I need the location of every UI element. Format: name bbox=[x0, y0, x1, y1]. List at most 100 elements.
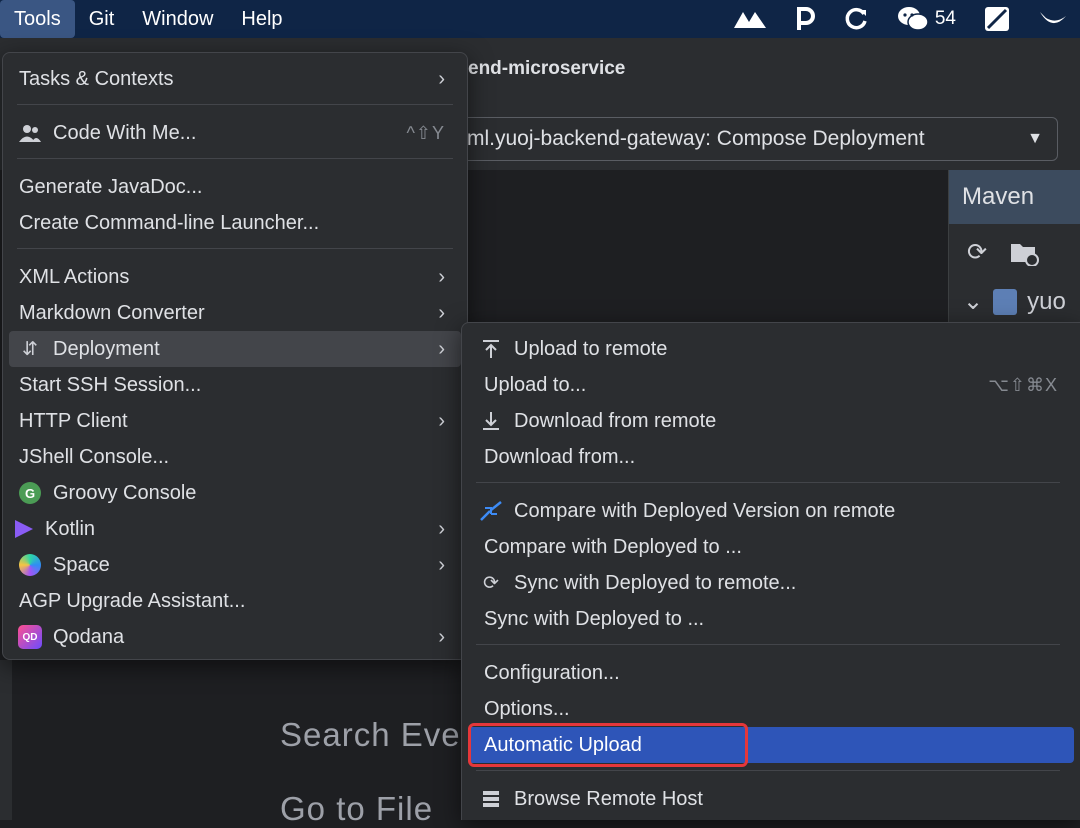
menu-item-label: JShell Console... bbox=[19, 445, 170, 468]
maven-title: Maven bbox=[949, 170, 1080, 224]
chevron-right-icon: › bbox=[438, 409, 445, 432]
menubar-git[interactable]: Git bbox=[75, 0, 129, 38]
menu-item-upload-to-remote[interactable]: Upload to remote bbox=[468, 331, 1074, 367]
chevron-down-icon: ⌄ bbox=[963, 288, 984, 315]
search-everywhere-hint: Search Ever bbox=[280, 716, 473, 753]
menu-separator bbox=[17, 248, 453, 249]
menu-item-sync-deployed-remote[interactable]: ⟳ Sync with Deployed to remote... bbox=[468, 565, 1074, 601]
qodana-icon: QD bbox=[17, 624, 43, 650]
download-icon bbox=[478, 408, 504, 434]
maven-module-label: yuo bbox=[1027, 287, 1066, 315]
menu-item-http-client[interactable]: HTTP Client › bbox=[9, 403, 461, 439]
menu-item-qodana[interactable]: QD Qodana › bbox=[9, 619, 461, 655]
menu-item-code-with-me[interactable]: Code With Me... ^⇧Y bbox=[9, 115, 461, 151]
menu-item-markdown-converter[interactable]: Markdown Converter › bbox=[9, 295, 461, 331]
run-configuration-value: ml.yuoj-backend-gateway: Compose Deploym… bbox=[467, 127, 925, 150]
menu-item-label: Start SSH Session... bbox=[19, 373, 202, 396]
tools-menu: Tasks & Contexts › Code With Me... ^⇧Y G… bbox=[2, 52, 468, 660]
run-configuration-select[interactable]: ml.yuoj-backend-gateway: Compose Deploym… bbox=[452, 117, 1058, 161]
menu-item-tasks-contexts[interactable]: Tasks & Contexts › bbox=[9, 61, 461, 97]
mountain-icon[interactable] bbox=[733, 8, 767, 30]
menu-item-label: Download from... bbox=[484, 445, 636, 468]
wechat-unread-count: 54 bbox=[934, 8, 956, 29]
upload-icon bbox=[478, 336, 504, 362]
users-icon bbox=[17, 120, 43, 146]
menu-item-label: Configuration... bbox=[484, 661, 620, 684]
kotlin-icon bbox=[13, 516, 35, 542]
bird-icon[interactable] bbox=[1038, 6, 1066, 32]
menu-item-agp-upgrade[interactable]: AGP Upgrade Assistant... bbox=[9, 583, 461, 619]
left-gutter bbox=[0, 660, 12, 820]
menu-item-label: Kotlin bbox=[45, 517, 96, 540]
p-icon[interactable] bbox=[795, 6, 815, 32]
menu-item-label: Options... bbox=[484, 697, 570, 720]
menu-item-groovy-console[interactable]: G Groovy Console bbox=[9, 475, 461, 511]
menu-item-sync-deployed-to[interactable]: Sync with Deployed to ... bbox=[468, 601, 1074, 637]
menu-item-label: Sync with Deployed to ... bbox=[484, 607, 705, 630]
menu-item-deployment[interactable]: ⇵ Deployment › bbox=[9, 331, 461, 367]
menu-item-label: Sync with Deployed to remote... bbox=[514, 571, 797, 594]
menu-item-browse-remote-host[interactable]: Browse Remote Host bbox=[468, 781, 1074, 817]
chevron-right-icon: › bbox=[438, 337, 445, 360]
menu-separator bbox=[17, 104, 453, 105]
reload-icon[interactable]: ⟳ bbox=[967, 238, 987, 273]
chevron-right-icon: › bbox=[438, 67, 445, 90]
mac-menubar: Tools Git Window Help 54 bbox=[0, 0, 1080, 38]
chevron-down-icon: ▼ bbox=[1027, 130, 1043, 147]
menu-item-xml-actions[interactable]: XML Actions › bbox=[9, 259, 461, 295]
maven-tree-root[interactable]: ⌄ yuo bbox=[949, 287, 1080, 316]
menu-item-configuration[interactable]: Configuration... bbox=[468, 655, 1074, 691]
menu-item-shortcut: ^⇧Y bbox=[406, 122, 445, 143]
compare-icon bbox=[478, 498, 504, 524]
menu-item-label: Markdown Converter bbox=[19, 301, 205, 324]
annotation-highlight-box bbox=[468, 723, 748, 767]
project-title: end-microservice bbox=[468, 58, 626, 79]
refresh-circle-icon[interactable] bbox=[843, 6, 869, 32]
menu-item-label: Upload to... bbox=[484, 373, 587, 396]
menu-item-label: HTTP Client bbox=[19, 409, 128, 432]
menu-item-label: Download from remote bbox=[514, 409, 717, 432]
menu-item-kotlin[interactable]: Kotlin › bbox=[9, 511, 461, 547]
menubar-help[interactable]: Help bbox=[227, 0, 296, 38]
menu-item-label: Create Command-line Launcher... bbox=[19, 211, 320, 234]
menu-item-shortcut: ⌥⇧⌘X bbox=[988, 374, 1058, 395]
menu-item-label: AGP Upgrade Assistant... bbox=[19, 589, 246, 612]
menu-item-label: Browse Remote Host bbox=[514, 787, 703, 810]
status-tray: 54 bbox=[719, 0, 1080, 38]
chevron-right-icon: › bbox=[438, 625, 445, 648]
menu-item-label: Compare with Deployed to ... bbox=[484, 535, 742, 558]
chevron-right-icon: › bbox=[438, 553, 445, 576]
menu-separator bbox=[476, 770, 1060, 771]
menu-separator bbox=[476, 482, 1060, 483]
menu-item-download-from[interactable]: Download from... bbox=[468, 439, 1074, 475]
deployment-icon: ⇵ bbox=[22, 338, 38, 360]
menu-item-label: Upload to remote bbox=[514, 337, 668, 360]
maven-module-icon bbox=[993, 288, 1018, 315]
menu-item-create-launcher[interactable]: Create Command-line Launcher... bbox=[9, 205, 461, 241]
menu-item-download-from-remote[interactable]: Download from remote bbox=[468, 403, 1074, 439]
menu-item-generate-javadoc[interactable]: Generate JavaDoc... bbox=[9, 169, 461, 205]
space-icon bbox=[17, 552, 43, 578]
menu-item-label: Qodana bbox=[53, 625, 125, 648]
menu-item-jshell-console[interactable]: JShell Console... bbox=[9, 439, 461, 475]
menu-item-compare-deployed-to[interactable]: Compare with Deployed to ... bbox=[468, 529, 1074, 565]
menubar-window[interactable]: Window bbox=[128, 0, 227, 38]
menu-item-label: Code With Me... bbox=[53, 121, 197, 144]
chevron-right-icon: › bbox=[438, 517, 445, 540]
menu-item-upload-to[interactable]: Upload to... ⌥⇧⌘X bbox=[468, 367, 1074, 403]
menu-separator bbox=[17, 158, 453, 159]
menu-item-options[interactable]: Options... bbox=[468, 691, 1074, 727]
screen-icon[interactable] bbox=[984, 6, 1010, 32]
folder-refresh-icon[interactable] bbox=[1009, 238, 1040, 273]
menu-item-start-ssh[interactable]: Start SSH Session... bbox=[9, 367, 461, 403]
sync-icon: ⟳ bbox=[483, 572, 499, 594]
chevron-right-icon: › bbox=[438, 301, 445, 324]
menu-item-label: XML Actions bbox=[19, 265, 130, 288]
server-icon bbox=[478, 786, 504, 812]
wechat-icon[interactable]: 54 bbox=[897, 6, 956, 32]
menu-item-label: Generate JavaDoc... bbox=[19, 175, 203, 198]
menu-item-space[interactable]: Space › bbox=[9, 547, 461, 583]
chevron-right-icon: › bbox=[438, 265, 445, 288]
menu-item-compare-deployed-remote[interactable]: Compare with Deployed Version on remote bbox=[468, 493, 1074, 529]
menubar-tools[interactable]: Tools bbox=[0, 0, 75, 38]
